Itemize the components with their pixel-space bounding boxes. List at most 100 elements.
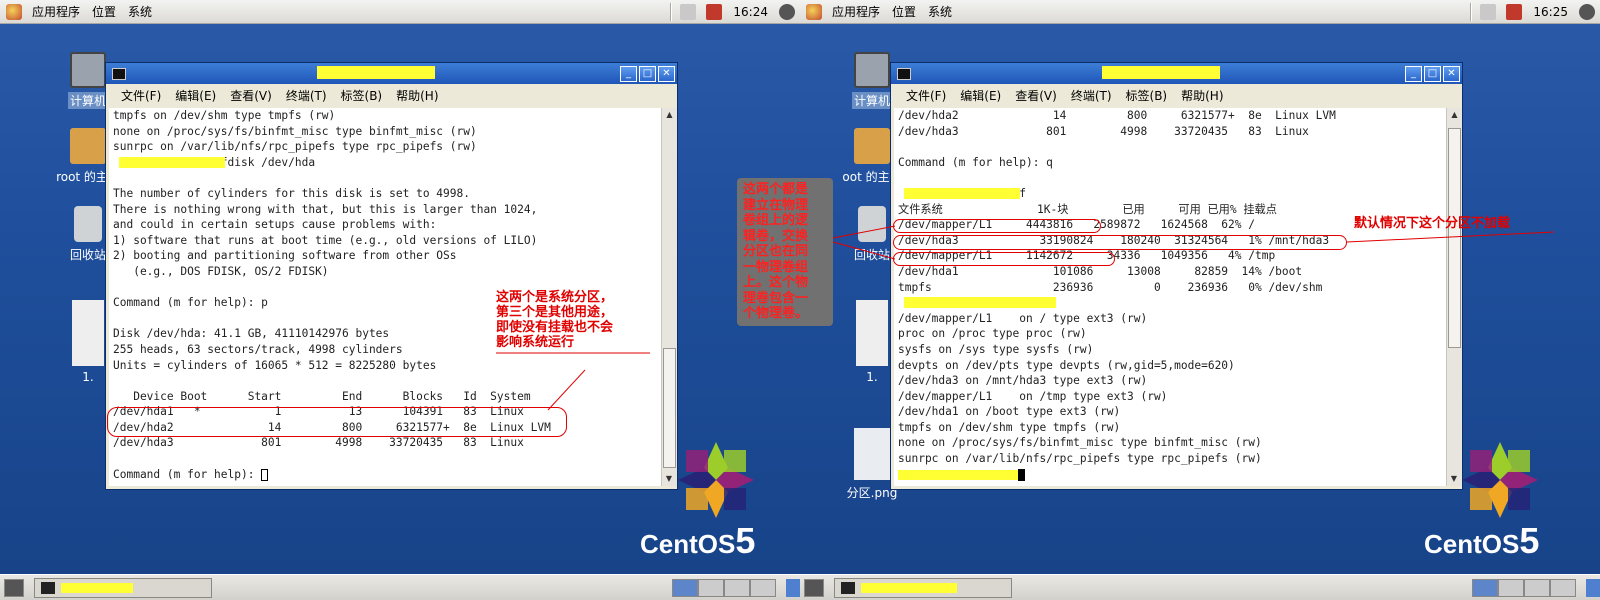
clock[interactable]: 16:24: [733, 5, 768, 19]
menu-system[interactable]: 系统: [922, 0, 958, 24]
menu-terminal[interactable]: 终端(T): [1064, 87, 1119, 104]
maximize-button[interactable]: □: [639, 65, 656, 82]
taskbar-button-terminal[interactable]: [34, 577, 212, 598]
workspace-3[interactable]: [724, 579, 750, 597]
left-desktop: 应用程序 位置 系统 16:24 计算机 root 的主文 回收站 1. _ □…: [0, 0, 800, 600]
highlight-hda3: [893, 235, 1347, 250]
terminal-icon: [112, 67, 126, 80]
trash-applet-icon[interactable]: [1586, 579, 1600, 597]
trash-icon: [858, 206, 886, 242]
menu-file[interactable]: 文件(F): [899, 87, 953, 104]
image-file-icon: [72, 300, 104, 366]
terminal-line: tmpfs 236936 0 236936 0% /dev/shm: [898, 280, 1323, 294]
network-icon[interactable]: [680, 4, 697, 20]
terminal-line: 文件系统 1K-块 已用 可用 已用% 挂载点: [898, 202, 1277, 216]
gnome-foot-icon: [806, 3, 822, 20]
home-folder-icon: [854, 128, 890, 164]
menu-terminal[interactable]: 终端(T): [279, 87, 334, 104]
workspace-1[interactable]: [1472, 579, 1498, 597]
workspace-2[interactable]: [698, 579, 724, 597]
menu-help[interactable]: 帮助(H): [1174, 87, 1230, 104]
scroll-down-arrow[interactable]: ▼: [1447, 472, 1461, 486]
gnome-foot-icon: [6, 3, 22, 20]
scroll-thumb[interactable]: [1448, 128, 1461, 348]
terminal-line: /dev/hda1 101086 13008 82859 14% /boot: [898, 264, 1303, 278]
clock[interactable]: 16:25: [1533, 5, 1568, 19]
redacted-prompt: [904, 187, 1020, 199]
close-button[interactable]: ✕: [1443, 65, 1460, 82]
workspace-4[interactable]: [750, 579, 776, 597]
menu-tabs[interactable]: 标签(B): [334, 87, 390, 104]
menu-applications[interactable]: 应用程序: [26, 0, 86, 24]
scroll-thumb[interactable]: [663, 348, 676, 468]
close-button[interactable]: ✕: [658, 65, 675, 82]
terminal-line: There is nothing wrong with that, but th…: [113, 202, 538, 216]
update-notifier-icon[interactable]: [706, 4, 723, 20]
menu-file[interactable]: 文件(F): [114, 87, 168, 104]
highlight-lvm-tmp: [893, 252, 1115, 266]
workspace-2[interactable]: [1498, 579, 1524, 597]
vertical-scrollbar[interactable]: ▲ ▼: [1446, 108, 1462, 486]
logo-text: CentOS: [640, 529, 736, 559]
redacted-task-title: [61, 582, 133, 593]
menu-edit[interactable]: 编辑(E): [953, 87, 1008, 104]
logo-number: 5: [735, 520, 756, 561]
terminal-window[interactable]: _ □ ✕ 文件(F) 编辑(E) 查看(V) 终端(T) 标签(B) 帮助(H…: [890, 62, 1463, 490]
terminal-line: [894, 467, 1446, 483]
menu-edit[interactable]: 编辑(E): [168, 87, 223, 104]
show-desktop-button[interactable]: [804, 578, 824, 597]
redacted-title: [317, 65, 435, 79]
menu-tabs[interactable]: 标签(B): [1119, 87, 1175, 104]
window-titlebar[interactable]: _ □ ✕: [891, 63, 1462, 84]
terminal-line: tmpfs on /dev/shm type tmpfs (rw): [113, 109, 336, 122]
window-title: [132, 65, 620, 82]
menu-view[interactable]: 查看(V): [1008, 87, 1064, 104]
scroll-up-arrow[interactable]: ▲: [1448, 108, 1462, 122]
show-desktop-button[interactable]: [4, 578, 24, 597]
network-icon[interactable]: [1480, 4, 1497, 20]
update-notifier-icon[interactable]: [1506, 4, 1523, 20]
menu-view[interactable]: 查看(V): [223, 87, 279, 104]
maximize-button[interactable]: □: [1424, 65, 1441, 82]
workspace-switcher: [1472, 579, 1576, 597]
annotation-not-mounted: 默认情况下这个分区不加载: [1354, 216, 1511, 231]
workspace-1[interactable]: [672, 579, 698, 597]
menu-system[interactable]: 系统: [122, 0, 158, 24]
volume-icon[interactable]: [1579, 4, 1595, 20]
scroll-up-arrow[interactable]: ▲: [663, 108, 677, 122]
workspace-4[interactable]: [1550, 579, 1576, 597]
terminal-line: /dev/mapper/L1 on /tmp type ext3 (rw): [898, 389, 1168, 403]
volume-icon[interactable]: [779, 4, 795, 20]
terminal-line: [894, 295, 1446, 311]
desktop-icon-label: 1.: [82, 370, 94, 384]
menu-applications[interactable]: 应用程序: [826, 0, 886, 24]
terminal-menubar: 文件(F) 编辑(E) 查看(V) 终端(T) 标签(B) 帮助(H): [891, 84, 1462, 106]
menu-places[interactable]: 位置: [86, 0, 122, 24]
menu-help[interactable]: 帮助(H): [389, 87, 445, 104]
terminal-output[interactable]: /dev/hda2 14 800 6321577+ 8e Linux LVM/d…: [894, 108, 1446, 486]
desktop-icon-label: 回收站: [853, 248, 890, 262]
menu-places[interactable]: 位置: [886, 0, 922, 24]
workspace-3[interactable]: [1524, 579, 1550, 597]
trash-applet-icon[interactable]: [786, 579, 800, 597]
trash-icon: [74, 206, 102, 242]
redacted-prompt: [119, 156, 225, 168]
taskbar-button-terminal[interactable]: [834, 577, 1012, 598]
terminal-line: sunrpc on /var/lib/nfs/rpc_pipefs type r…: [898, 452, 1262, 466]
redacted-title: [1102, 65, 1220, 79]
scroll-down-arrow[interactable]: ▼: [662, 472, 676, 486]
terminal-line: The number of cylinders for this disk is…: [113, 186, 470, 200]
terminal-line: and could in certain setups cause proble…: [113, 218, 437, 232]
terminal-line: none on /proc/sys/fs/binfmt_misc type bi…: [113, 124, 477, 138]
terminal-line: /dev/hda2 14 800 6321577+ 8e Linux LVM: [898, 109, 1336, 122]
window-titlebar[interactable]: _ □ ✕: [106, 63, 677, 84]
minimize-button[interactable]: _: [1405, 65, 1422, 82]
terminal-line: 2) booting and partitioning software fro…: [113, 249, 457, 263]
terminal-line: fdisk /dev/hda: [109, 155, 661, 171]
home-folder-icon: [70, 128, 106, 164]
window-title: [917, 65, 1405, 82]
minimize-button[interactable]: _: [620, 65, 637, 82]
terminal-line: sunrpc on /var/lib/nfs/rpc_pipefs type r…: [113, 140, 477, 154]
